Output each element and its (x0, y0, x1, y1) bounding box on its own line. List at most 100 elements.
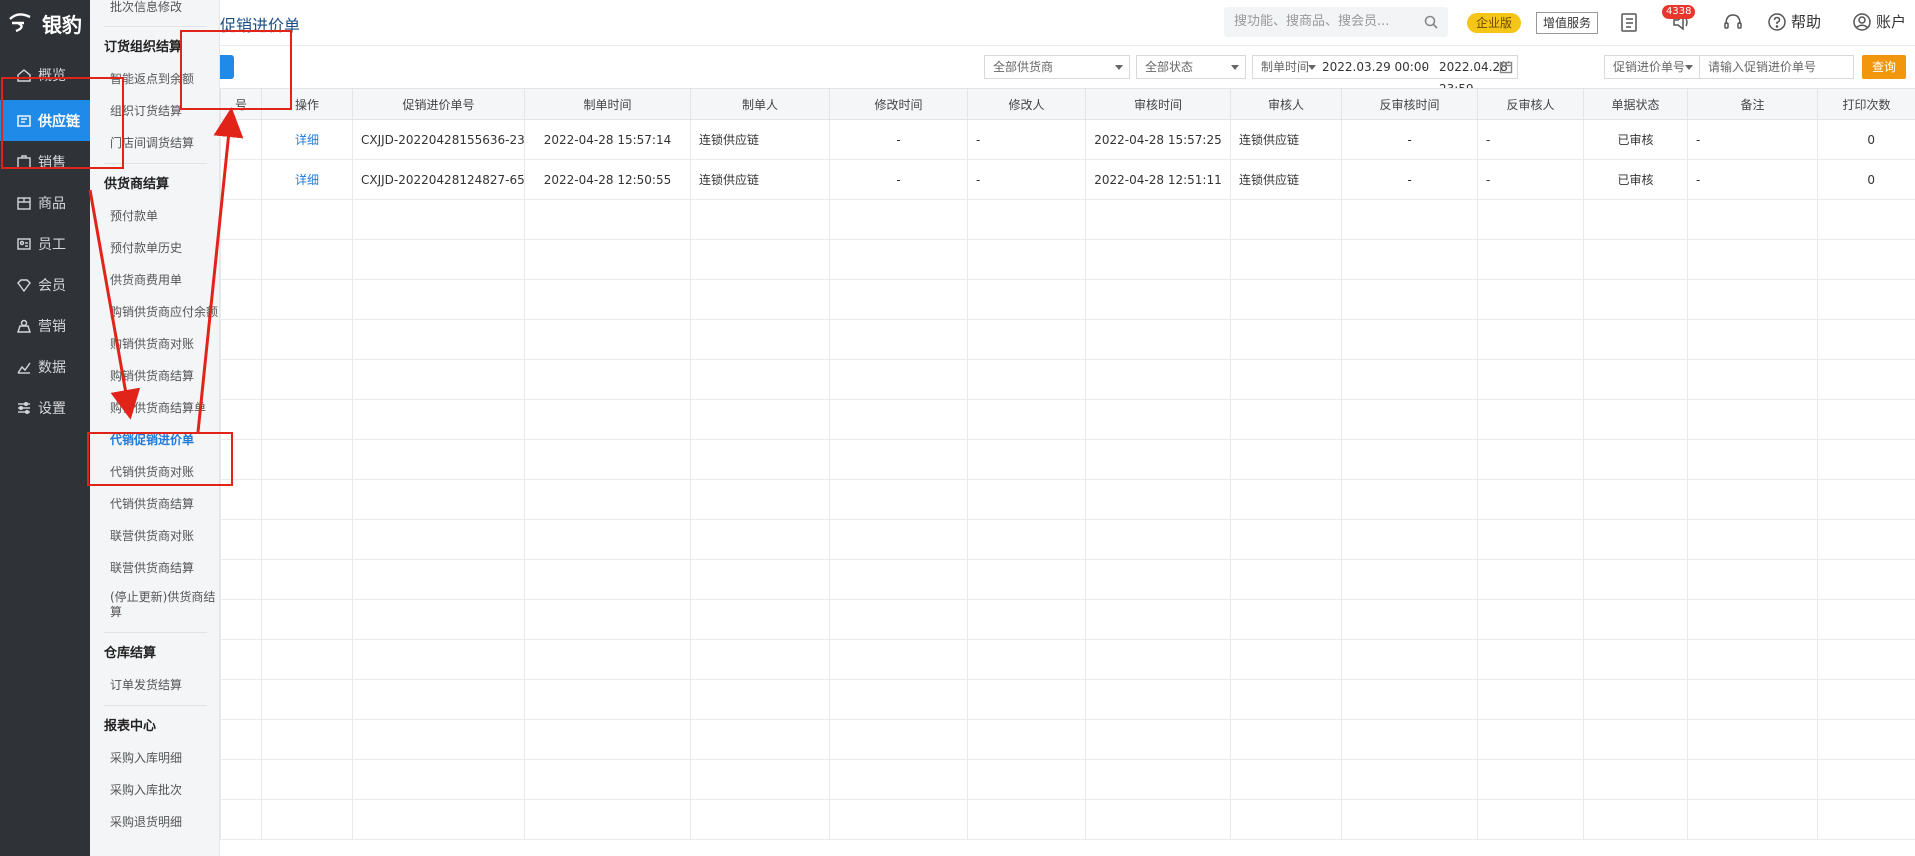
submenu-item[interactable]: 联营供货商结算 (90, 552, 219, 584)
order-number-type-select[interactable]: 促销进价单号 (1604, 55, 1700, 79)
empty-cell (1341, 319, 1478, 360)
submenu-item[interactable]: 代销供货商结算 (90, 488, 219, 520)
submenu-item[interactable]: 购销供货商结算 (90, 360, 219, 392)
sidebar-item-1[interactable]: 供应链 (0, 100, 90, 141)
table-row[interactable]: 详细 CXJJD-20220428124827-658 2022-04-28 12:… (220, 159, 1915, 200)
supplier-select[interactable]: 全部供货商 (984, 55, 1130, 79)
empty-table-row (220, 679, 1915, 720)
empty-table-row (220, 319, 1915, 360)
sidebar-item-6[interactable]: 营销 (0, 305, 90, 346)
empty-cell (1230, 599, 1342, 640)
sidebar-item-2[interactable]: 销售 (0, 141, 90, 182)
customer-service-headset-icon[interactable] (1722, 11, 1744, 33)
empty-cell (220, 279, 262, 320)
cell-action[interactable]: 详细 (261, 159, 353, 200)
table-row[interactable]: 详细 CXJJD-20220428155636-238 2022-04-28 15:… (220, 119, 1915, 160)
value-added-service-button[interactable]: 增值服务 (1536, 12, 1599, 34)
submenu-group1-items: 智能返点到余额 组织订货结算 门店间调货结算 (90, 63, 219, 159)
submenu-item[interactable]: 组织订货结算 (90, 95, 219, 127)
empty-cell (220, 559, 262, 600)
submenu-item[interactable]: 购销供货商对账 (90, 328, 219, 360)
empty-cell (1341, 679, 1478, 720)
submenu-item[interactable]: 采购入库批次 (90, 774, 219, 806)
cell-create-time: 2022-04-28 15:57:14 (524, 119, 691, 160)
submenu-item[interactable]: 预付款单 (90, 200, 219, 232)
empty-cell (829, 639, 968, 680)
new-order-button[interactable] (220, 55, 234, 79)
empty-cell (829, 519, 968, 560)
empty-cell (352, 239, 525, 280)
enterprise-badge[interactable]: 企业版 (1467, 13, 1522, 33)
sidebar-item-3[interactable]: 商品 (0, 182, 90, 223)
empty-cell (352, 319, 525, 360)
submenu-item[interactable]: 采购退货明细 (90, 806, 219, 838)
time-type-select[interactable]: 制单时间 (1252, 55, 1322, 79)
sidebar-item-0[interactable]: 概览 (0, 50, 90, 100)
settings-icon (18, 401, 30, 414)
search-icon (1424, 15, 1438, 29)
submenu-item[interactable]: 联营供货商对账 (90, 520, 219, 552)
empty-cell (220, 799, 262, 840)
empty-cell (524, 799, 691, 840)
global-search-input[interactable]: 搜功能、搜商品、搜会员... (1224, 7, 1448, 37)
orders-table-container[interactable]: 号操作 促销进价单号 制单时间 制单人 修改时间 修改人 审核时间 审核人 反审核时间 反审核人单… (220, 88, 1915, 856)
empty-cell (220, 719, 262, 760)
empty-cell (1583, 479, 1688, 520)
empty-cell (1085, 799, 1231, 840)
cell-status: 已审核 (1583, 119, 1688, 160)
chevron-down-icon (1308, 65, 1316, 70)
empty-cell (690, 239, 830, 280)
cell-order-no: CXJJD-20220428124827-658 (352, 159, 525, 200)
submenu-item[interactable]: 订单发货结算 (90, 669, 219, 701)
account-link[interactable]: 账户 (1852, 11, 1906, 32)
empty-cell (1817, 479, 1915, 520)
sidebar-item-5[interactable]: 会员 (0, 264, 90, 305)
empty-cell (1477, 199, 1584, 240)
submenu-item[interactable]: 智能返点到余额 (90, 63, 219, 95)
sidebar-item-4[interactable]: 员工 (0, 223, 90, 264)
empty-cell (1341, 479, 1478, 520)
empty-cell (1230, 799, 1342, 840)
sidebar-item-7[interactable]: 数据 (0, 346, 90, 387)
chevron-down-icon (1685, 65, 1693, 70)
cell-modifier: - (967, 119, 1086, 160)
empty-cell (1583, 279, 1688, 320)
empty-cell (524, 239, 691, 280)
submenu-item[interactable]: 代销供货商对账 (90, 456, 219, 488)
order-input-placeholder: 请输入促销进价单号 (1708, 60, 1817, 74)
order-number-input[interactable]: 请输入促销进价单号 (1700, 55, 1854, 79)
query-button[interactable]: 查询 (1862, 55, 1906, 79)
task-clipboard-icon[interactable] (1618, 11, 1640, 33)
status-select[interactable]: 全部状态 (1136, 55, 1246, 79)
sidebar-item-label: 数据 (38, 359, 66, 376)
cell-action[interactable]: 详细 (261, 119, 353, 160)
empty-cell (690, 199, 830, 240)
logo-text: 银豹 (42, 12, 82, 37)
sidebar-item-label: 设置 (38, 400, 66, 417)
help-link[interactable]: 帮助 (1767, 11, 1821, 32)
empty-cell (1085, 519, 1231, 560)
app-logo[interactable]: 银豹 (0, 0, 90, 46)
empty-cell (1817, 759, 1915, 800)
submenu-item[interactable]: 门店间调货结算 (90, 127, 219, 159)
empty-cell (352, 799, 525, 840)
empty-table-row (220, 759, 1915, 800)
submenu-item[interactable]: 代销促销进价单 (90, 424, 219, 456)
sidebar-item-8[interactable]: 设置 (0, 387, 90, 428)
order-type-select-value: 促销进价单号 (1613, 60, 1686, 74)
empty-cell (1477, 359, 1584, 400)
submenu-item[interactable]: 供货商费用单 (90, 264, 219, 296)
empty-cell (829, 399, 968, 440)
cell-no (220, 119, 262, 160)
empty-cell (1583, 599, 1688, 640)
date-range-picker[interactable]: 2022.03.29 00:00 - 2022.04.28 23:59 (1322, 55, 1518, 96)
empty-cell (352, 719, 525, 760)
submenu-item[interactable]: 购销供货商结算单 (90, 392, 219, 424)
submenu-item[interactable]: 购销供货商应付余额 (90, 296, 219, 328)
empty-cell (690, 759, 830, 800)
empty-cell (690, 559, 830, 600)
submenu-item[interactable]: (停止更新)供货商结算 (90, 584, 219, 628)
submenu-item[interactable]: 预付款单历史 (90, 232, 219, 264)
submenu-item[interactable]: 采购入库明细 (90, 742, 219, 774)
submenu-item-batch-edit[interactable]: 批次信息修改 (90, 0, 219, 22)
